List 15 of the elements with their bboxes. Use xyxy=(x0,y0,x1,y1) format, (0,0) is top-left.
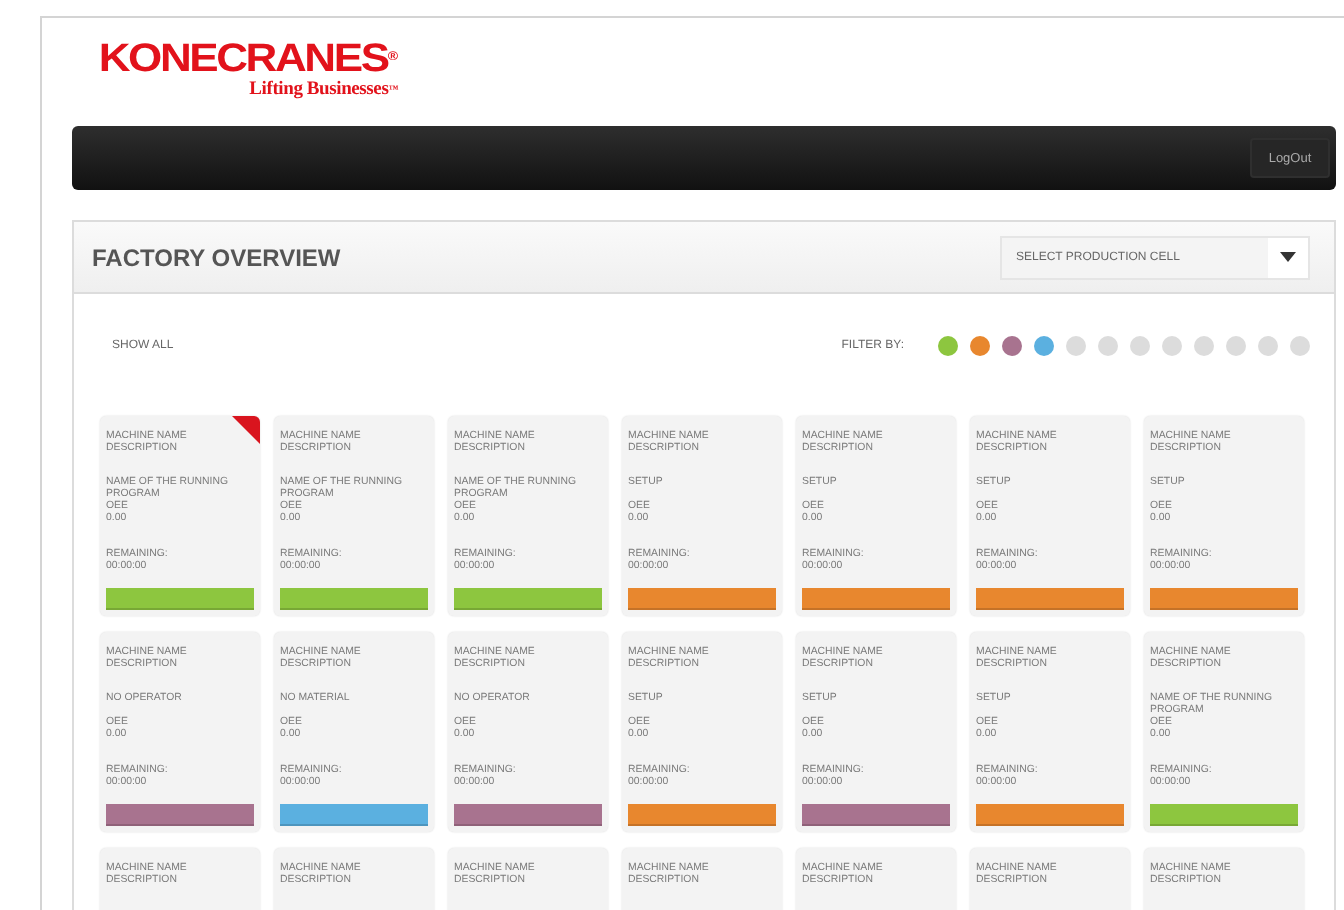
filter-dot[interactable] xyxy=(1162,336,1182,356)
caret-icon xyxy=(1280,252,1296,262)
filter-dot[interactable] xyxy=(970,336,990,356)
filter-dot[interactable] xyxy=(1034,336,1054,356)
filter-dot[interactable] xyxy=(938,336,958,356)
filter-dot[interactable] xyxy=(1290,336,1310,356)
filter-dot[interactable] xyxy=(1098,336,1118,356)
filter-dot[interactable] xyxy=(1194,336,1214,356)
filter-dot[interactable] xyxy=(1130,336,1150,356)
filter-dot[interactable] xyxy=(1226,336,1246,356)
filter-dot[interactable] xyxy=(1002,336,1022,356)
filter-dot[interactable] xyxy=(1258,336,1278,356)
company-logo: KONECRANES$^{®}$ xyxy=(98,38,398,78)
filter-dot[interactable] xyxy=(1066,336,1086,356)
panel-title: FACTORY OVERVIEW xyxy=(92,243,341,271)
